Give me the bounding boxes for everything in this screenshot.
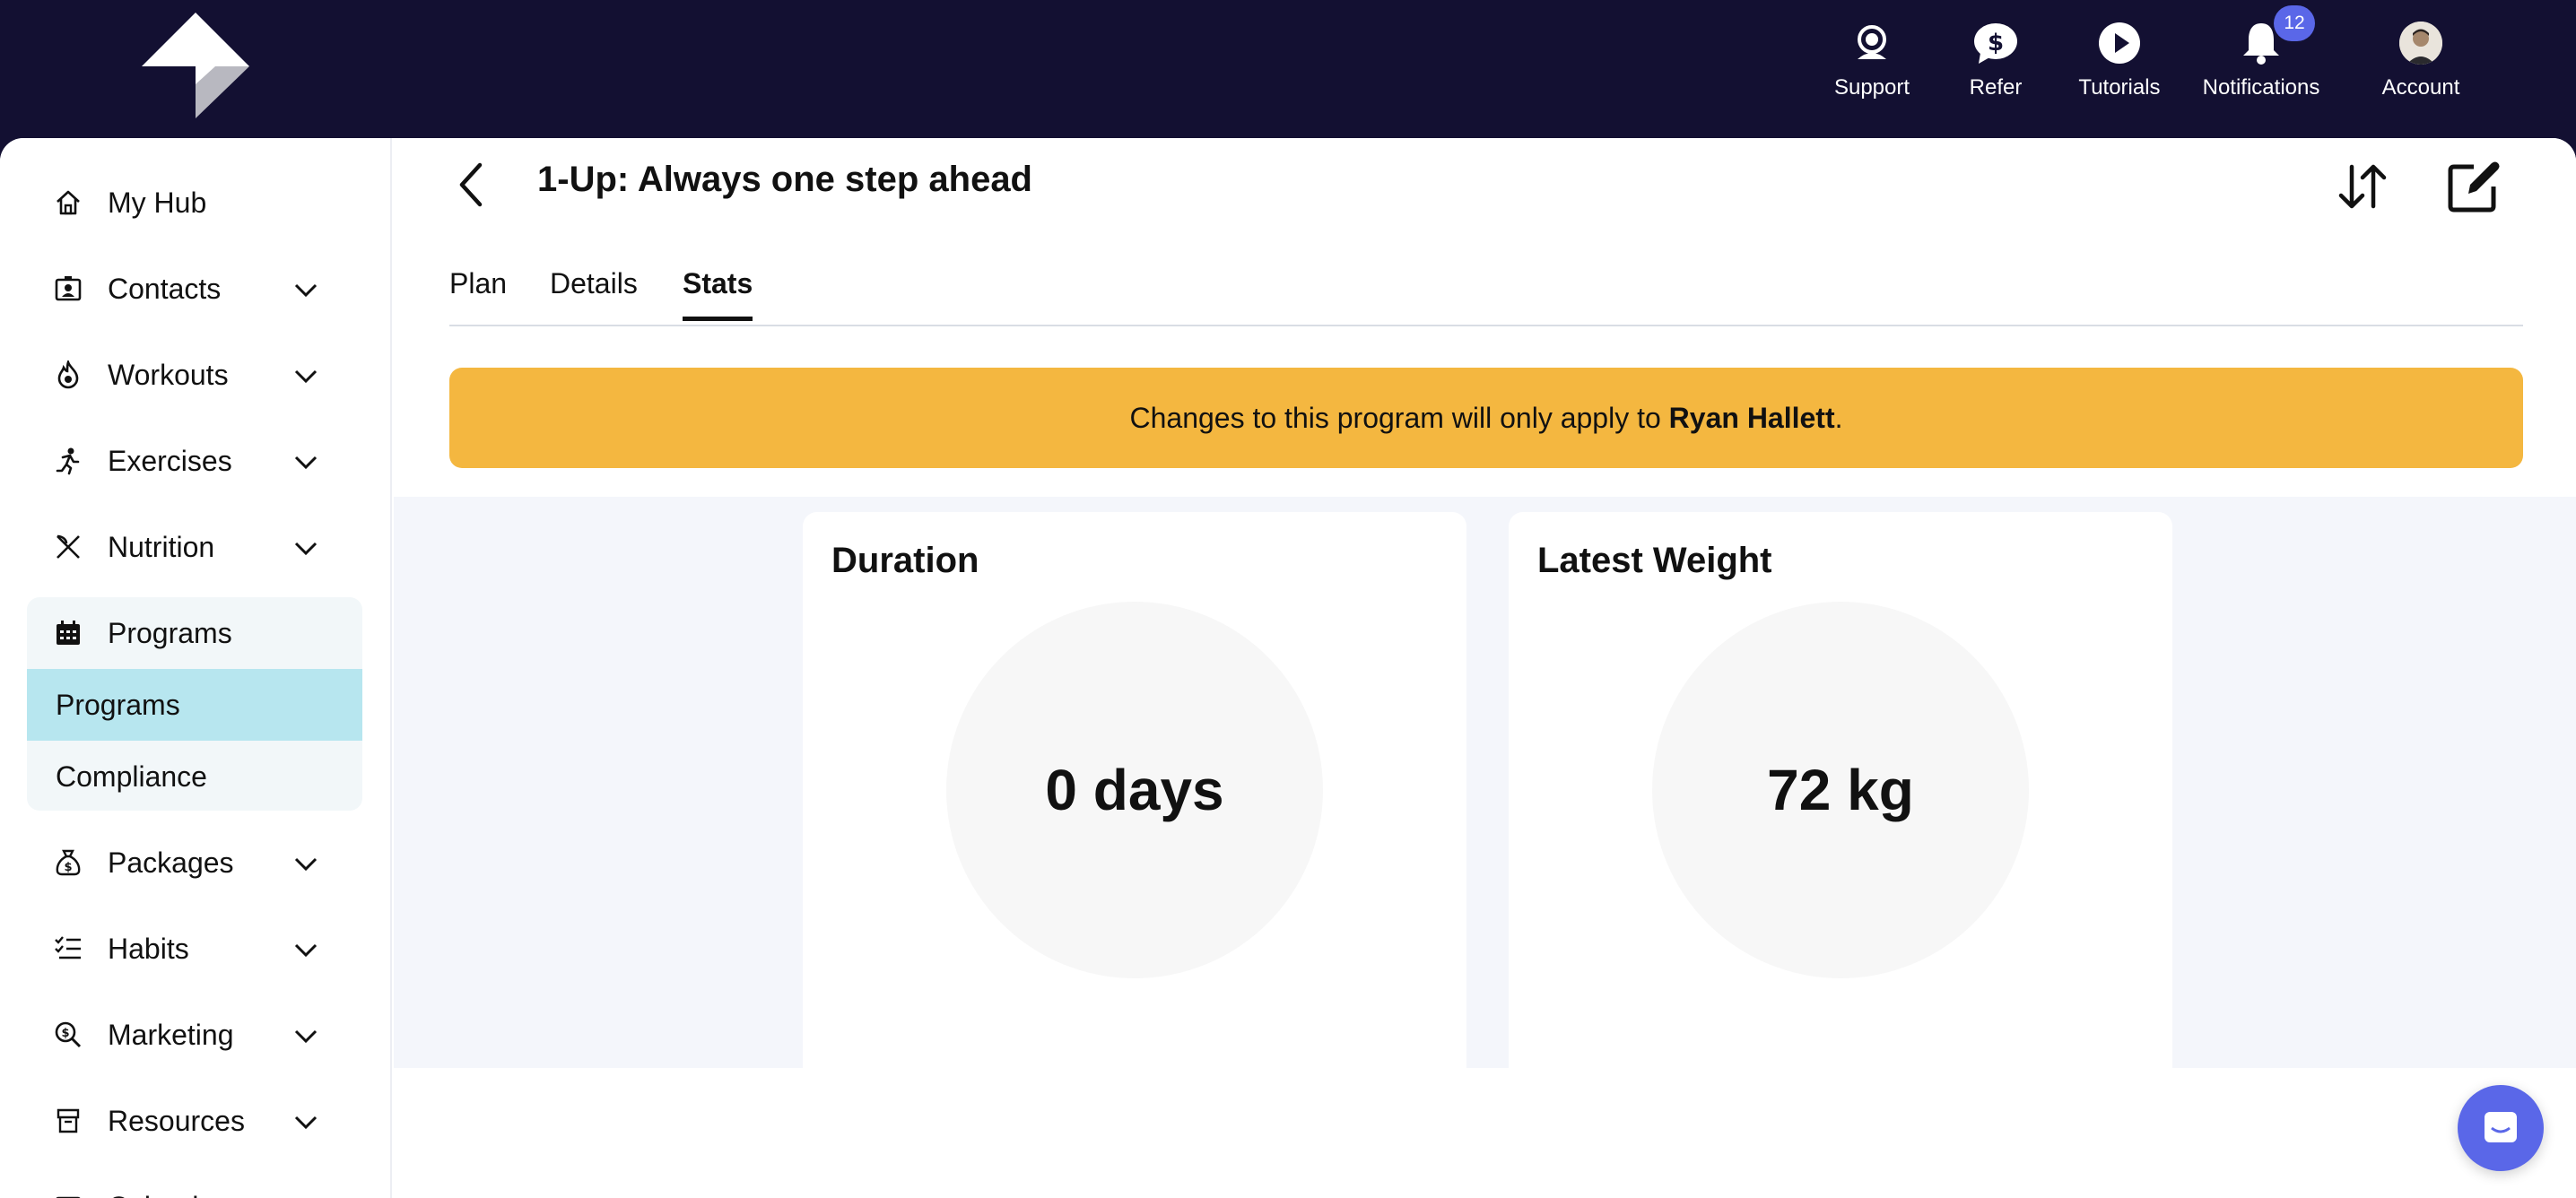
brand-logo[interactable] xyxy=(142,13,249,120)
flame-icon xyxy=(52,359,84,391)
tab-bar: Plan Details Stats xyxy=(449,255,2523,326)
sidebar-item-label: Programs xyxy=(108,616,232,649)
play-icon xyxy=(2096,20,2143,66)
sidebar-item-label: Calendar xyxy=(108,1191,224,1198)
account-label: Account xyxy=(2381,75,2460,100)
stat-value: 0 days xyxy=(1045,758,1224,822)
tutorials-button[interactable]: Tutorials xyxy=(2058,20,2181,100)
sidebar: My Hub Contacts Workouts Exercises Nutri… xyxy=(0,138,392,1198)
support-button[interactable]: Support xyxy=(1810,20,1934,100)
top-nav: Support $ Refer Tutorials 12 Notificatio… xyxy=(1810,5,2501,100)
chevron-down-icon xyxy=(294,456,318,470)
page-title: 1-Up: Always one step ahead xyxy=(537,160,1032,199)
search-dollar-icon: $ xyxy=(52,1019,84,1051)
banner-suffix: . xyxy=(1834,401,1843,434)
sidebar-item-label: Marketing xyxy=(108,1018,234,1051)
stat-card-title: Latest Weight xyxy=(1537,541,1772,580)
stat-value-circle: 0 days xyxy=(946,602,1323,978)
sidebar-item-label: My Hub xyxy=(108,186,207,219)
support-label: Support xyxy=(1833,75,1910,100)
svg-text:$: $ xyxy=(64,861,72,874)
tutorials-label: Tutorials xyxy=(2078,75,2161,100)
avatar xyxy=(2399,22,2442,65)
stat-value: 72 kg xyxy=(1767,758,1914,822)
calendar-icon xyxy=(52,1191,84,1198)
sidebar-item-resources[interactable]: Resources xyxy=(27,1085,362,1157)
sidebar-item-label: Habits xyxy=(108,932,189,965)
utensils-icon xyxy=(52,531,84,563)
banner-client-name: Ryan Hallett xyxy=(1668,401,1835,434)
svg-text:$: $ xyxy=(61,1027,69,1040)
stat-card-duration: Duration 0 days xyxy=(803,512,1466,1068)
svg-text:$: $ xyxy=(1988,30,2004,56)
sidebar-subitem-programs[interactable]: Programs xyxy=(27,669,362,741)
chevron-down-icon xyxy=(294,943,318,958)
sidebar-item-label: Nutrition xyxy=(108,530,215,563)
stat-card-title: Duration xyxy=(831,541,979,580)
support-icon xyxy=(1849,20,1895,66)
sidebar-item-nutrition[interactable]: Nutrition xyxy=(27,511,362,583)
chat-button[interactable] xyxy=(2458,1085,2544,1171)
sidebar-item-habits[interactable]: Habits xyxy=(27,913,362,985)
money-bag-icon: $ xyxy=(52,846,84,879)
chevron-down-icon xyxy=(294,1029,318,1044)
sort-icon[interactable] xyxy=(2336,160,2389,213)
chevron-down-icon xyxy=(294,369,318,384)
sidebar-item-exercises[interactable]: Exercises xyxy=(27,425,362,497)
chat-icon xyxy=(2485,1112,2517,1142)
account-button[interactable]: Account xyxy=(2341,20,2501,100)
programs-group: Programs Programs Compliance xyxy=(27,597,362,811)
sidebar-subitem-label: Programs xyxy=(56,688,180,721)
sidebar-item-workouts[interactable]: Workouts xyxy=(27,339,362,411)
back-arrow-icon[interactable] xyxy=(453,160,489,210)
chevron-down-icon xyxy=(294,542,318,556)
top-bar: Support $ Refer Tutorials 12 Notificatio… xyxy=(0,0,2576,138)
tab-details[interactable]: Details xyxy=(550,267,638,317)
tab-stats[interactable]: Stats xyxy=(683,267,753,321)
refer-button[interactable]: $ Refer xyxy=(1934,20,2058,100)
home-icon xyxy=(52,187,84,219)
chevron-down-icon xyxy=(294,1116,318,1130)
notifications-label: Notifications xyxy=(2202,75,2320,100)
banner-text: Changes to this program will only apply … xyxy=(1129,401,1669,434)
box-icon xyxy=(52,1105,84,1137)
sidebar-subitem-compliance[interactable]: Compliance xyxy=(27,741,362,811)
sidebar-item-programs[interactable]: Programs xyxy=(27,597,362,669)
stats-canvas xyxy=(394,497,2576,1068)
edit-icon[interactable] xyxy=(2447,158,2502,213)
chevron-down-icon xyxy=(294,857,318,872)
chevron-down-icon xyxy=(294,283,318,298)
running-icon xyxy=(52,445,84,477)
sidebar-item-label: Contacts xyxy=(108,272,222,305)
calendar-icon xyxy=(52,617,84,649)
notification-badge: 12 xyxy=(2274,5,2315,41)
sidebar-item-label: Workouts xyxy=(108,358,229,391)
stat-value-circle: 72 kg xyxy=(1652,602,2029,978)
main-content: 1-Up: Always one step ahead Plan Details… xyxy=(394,138,2576,1198)
sidebar-item-my-hub[interactable]: My Hub xyxy=(27,167,362,239)
sidebar-item-contacts[interactable]: Contacts xyxy=(27,253,362,325)
refer-label: Refer xyxy=(1969,75,2023,100)
checklist-icon xyxy=(52,933,84,965)
notifications-button[interactable]: 12 Notifications xyxy=(2181,5,2341,100)
sidebar-item-label: Resources xyxy=(108,1104,245,1137)
sidebar-subitem-label: Compliance xyxy=(56,760,207,793)
sidebar-item-packages[interactable]: $ Packages xyxy=(27,827,362,898)
sidebar-item-label: Exercises xyxy=(108,444,232,477)
sidebar-item-marketing[interactable]: $ Marketing xyxy=(27,999,362,1071)
tab-plan[interactable]: Plan xyxy=(449,267,507,317)
sidebar-item-calendar[interactable]: Calendar xyxy=(27,1171,362,1198)
stat-card-latest-weight: Latest Weight 72 kg xyxy=(1509,512,2172,1068)
app-shell: My Hub Contacts Workouts Exercises Nutri… xyxy=(0,138,2576,1198)
dollar-icon: $ xyxy=(1972,20,2019,66)
sidebar-item-label: Packages xyxy=(108,846,234,879)
contacts-icon xyxy=(52,273,84,305)
warning-banner: Changes to this program will only apply … xyxy=(449,368,2523,468)
